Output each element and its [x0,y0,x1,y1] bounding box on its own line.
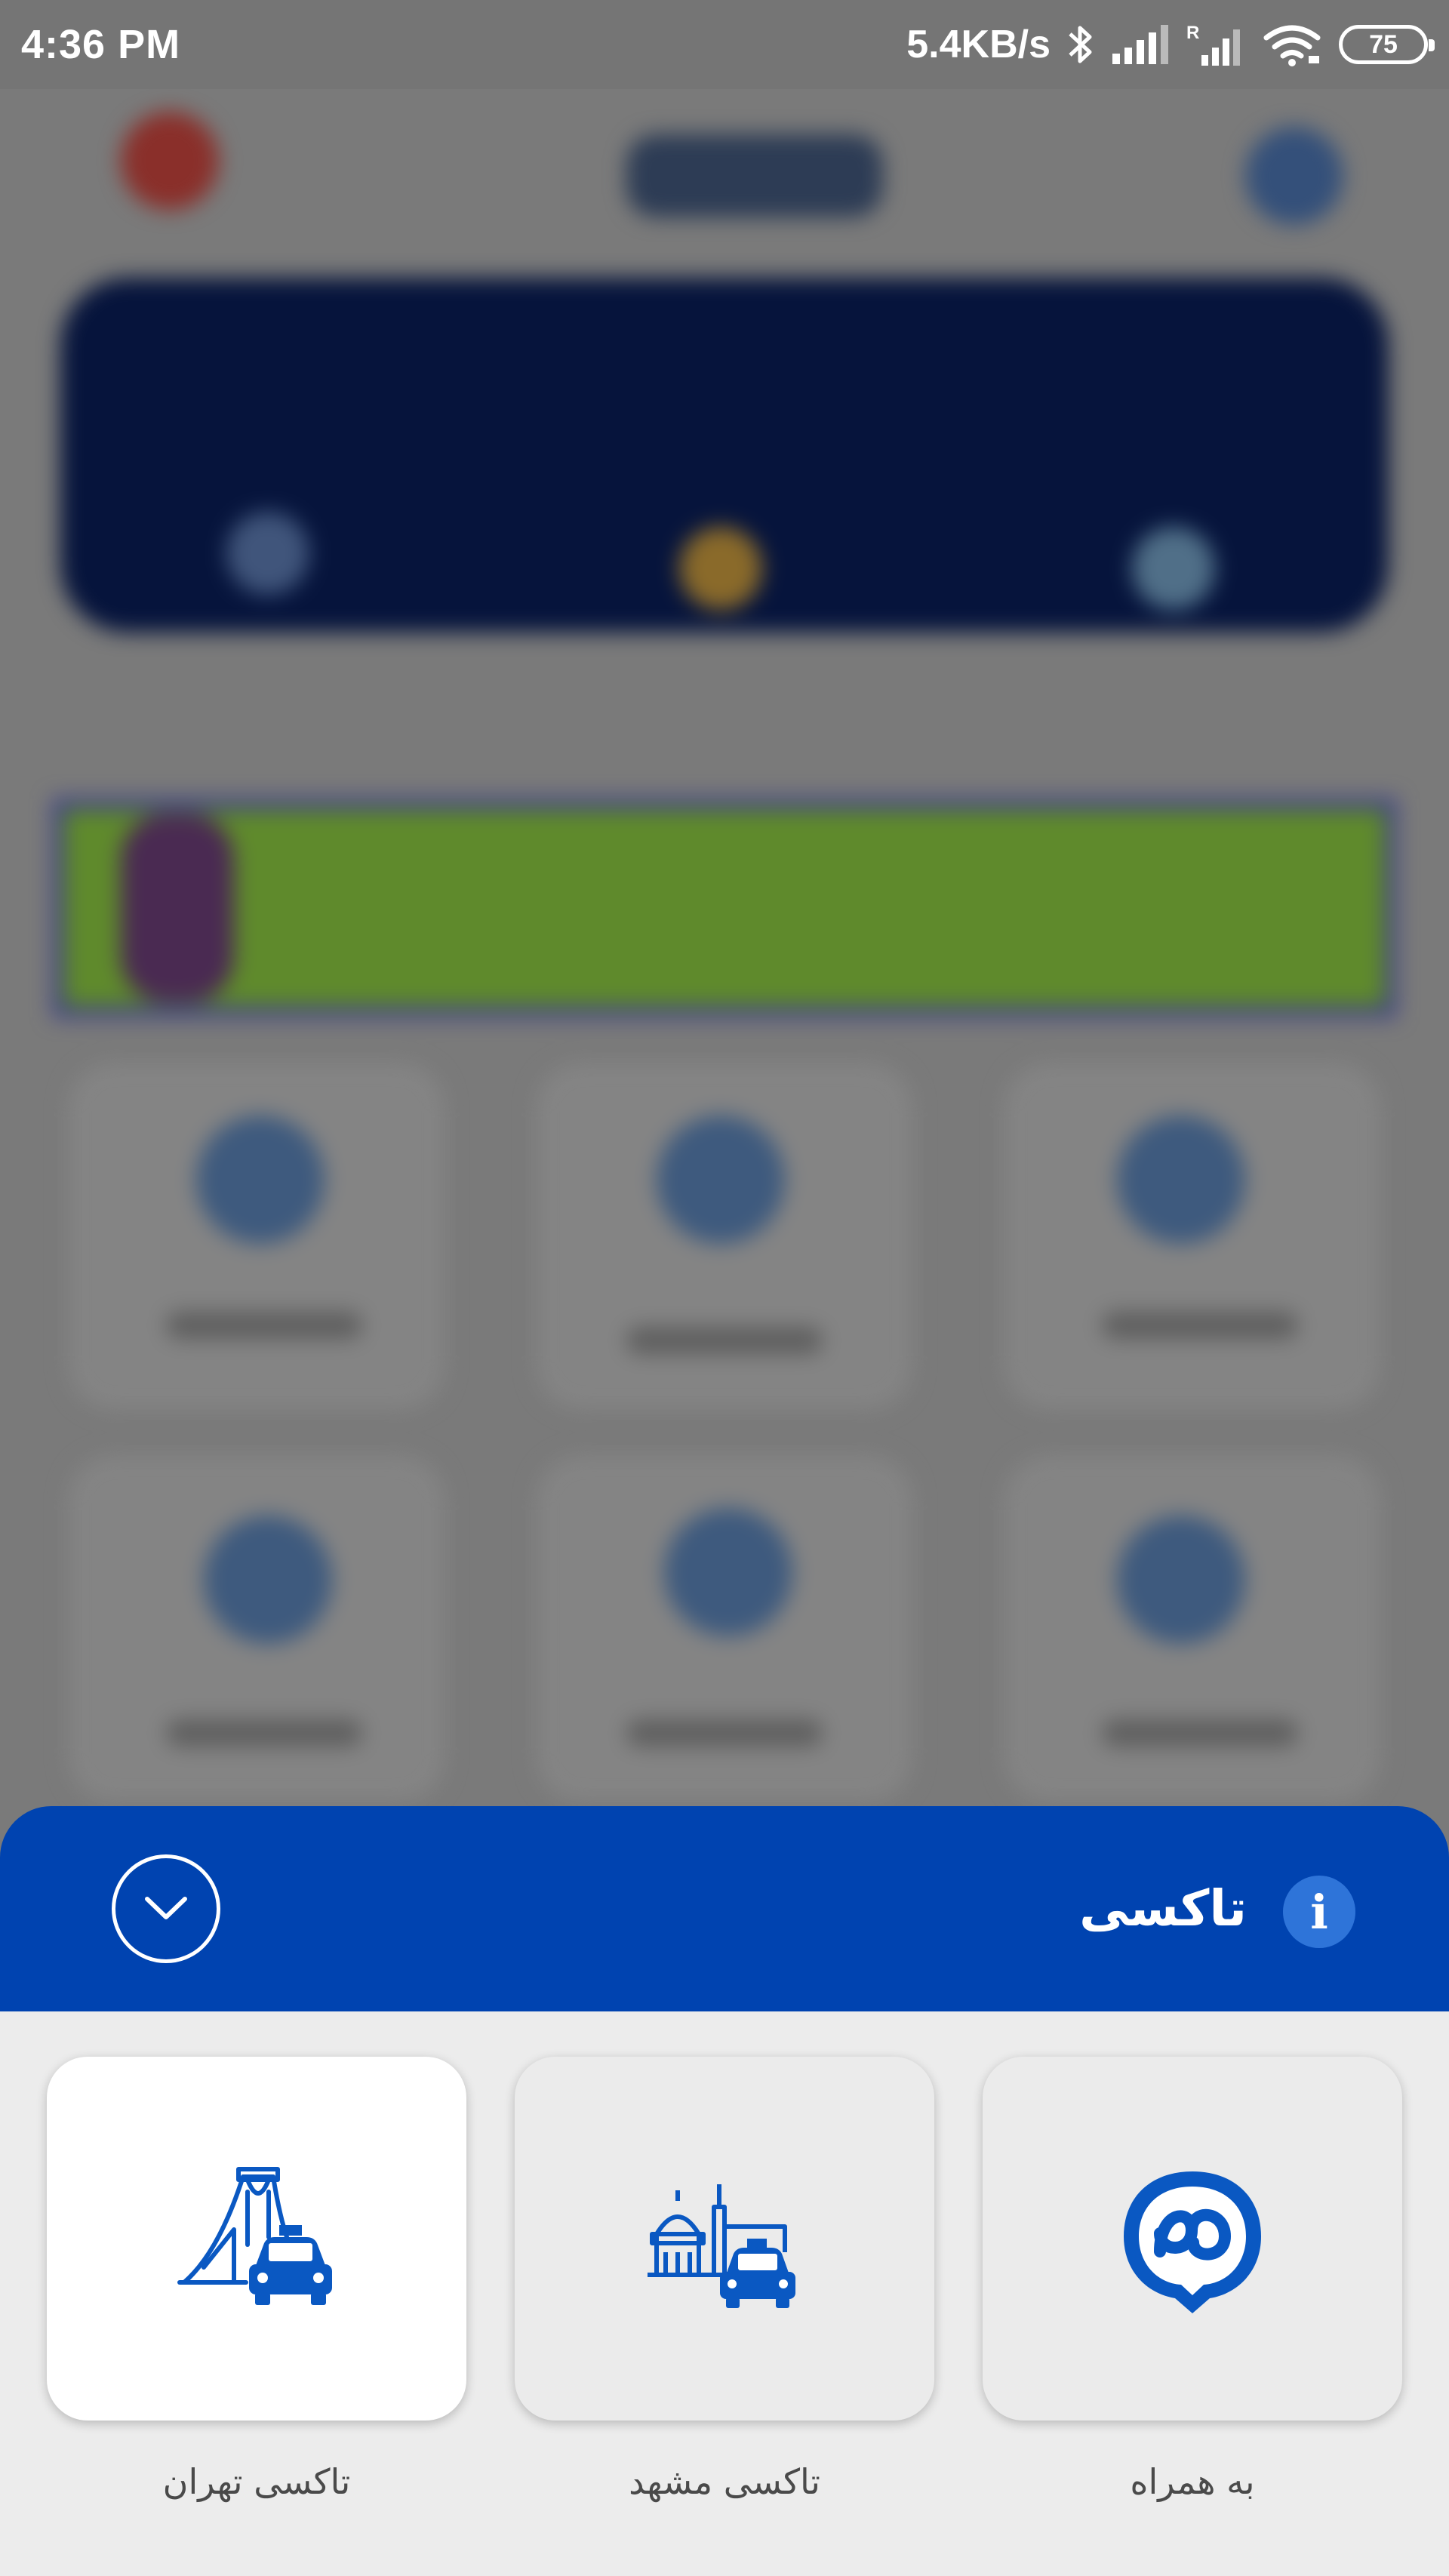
blurred-logo-left [121,112,219,210]
blurred-tile-text [626,1719,823,1747]
blurred-tile-text [626,1327,823,1354]
collapse-sheet-button[interactable] [112,1854,220,1963]
mashhad-taxi-icon [641,2162,808,2316]
blurred-tile-icon [204,1516,332,1644]
blurred-ad-figure [121,814,234,1002]
bottom-sheet-body: به همراه تاکسی مشهد تاکسی تهران [0,2011,1449,2576]
blurred-tile-text [166,1312,362,1339]
bluetooth-icon [1067,22,1094,67]
blurred-tile-text [166,1719,362,1747]
blurred-tile-text [1102,1312,1298,1339]
service-card[interactable] [47,2057,466,2421]
bottom-sheet-header: تاکسی i [0,1806,1449,2011]
wifi-icon [1262,23,1322,66]
status-time: 4:36 PM [21,22,181,67]
info-icon[interactable]: i [1283,1876,1355,1948]
service-label: تاکسی تهران [162,2461,351,2502]
blurred-tile-icon [196,1116,325,1244]
blurred-tile-icon [657,1116,785,1244]
blurred-background-app [0,89,1449,1810]
blurred-banner-icon [226,512,309,595]
sheet-title: تاکسی [1079,1879,1247,1937]
service-tehran-taxi[interactable]: تاکسی تهران [47,2057,466,2502]
service-label: تاکسی مشهد [629,2461,820,2502]
status-indicators: 5.4KB/s R 75 [906,22,1435,67]
status-bar: 4:36 PM 5.4KB/s R 75 [0,0,1449,89]
behamrah-logo-icon [1113,2158,1272,2319]
service-behamrah[interactable]: به همراه [983,2057,1402,2502]
chevron-down-icon [140,1891,192,1927]
blurred-logo-right [1245,127,1343,225]
battery-level: 75 [1369,29,1398,59]
signal-icon [1111,23,1170,66]
network-speed: 5.4KB/s [906,23,1051,66]
svg-text:R: R [1186,23,1199,43]
service-card[interactable] [515,2057,934,2421]
tehran-taxi-icon [174,2162,340,2316]
blurred-tile-icon [1117,1516,1245,1644]
blurred-app-logo [626,134,883,217]
blurred-ad-banner [53,799,1396,1017]
battery-icon: 75 [1339,25,1435,64]
service-card[interactable] [983,2057,1402,2421]
blurred-banner-icon [679,527,762,610]
blurred-banner-icon [1132,527,1215,610]
blurred-tile-icon [1117,1116,1245,1244]
blurred-tile-icon [664,1508,792,1636]
roaming-signal-icon: R [1186,22,1245,67]
service-mashhad-taxi[interactable]: تاکسی مشهد [515,2057,934,2502]
service-label: به همراه [1130,2461,1255,2502]
blurred-tile-text [1102,1719,1298,1747]
